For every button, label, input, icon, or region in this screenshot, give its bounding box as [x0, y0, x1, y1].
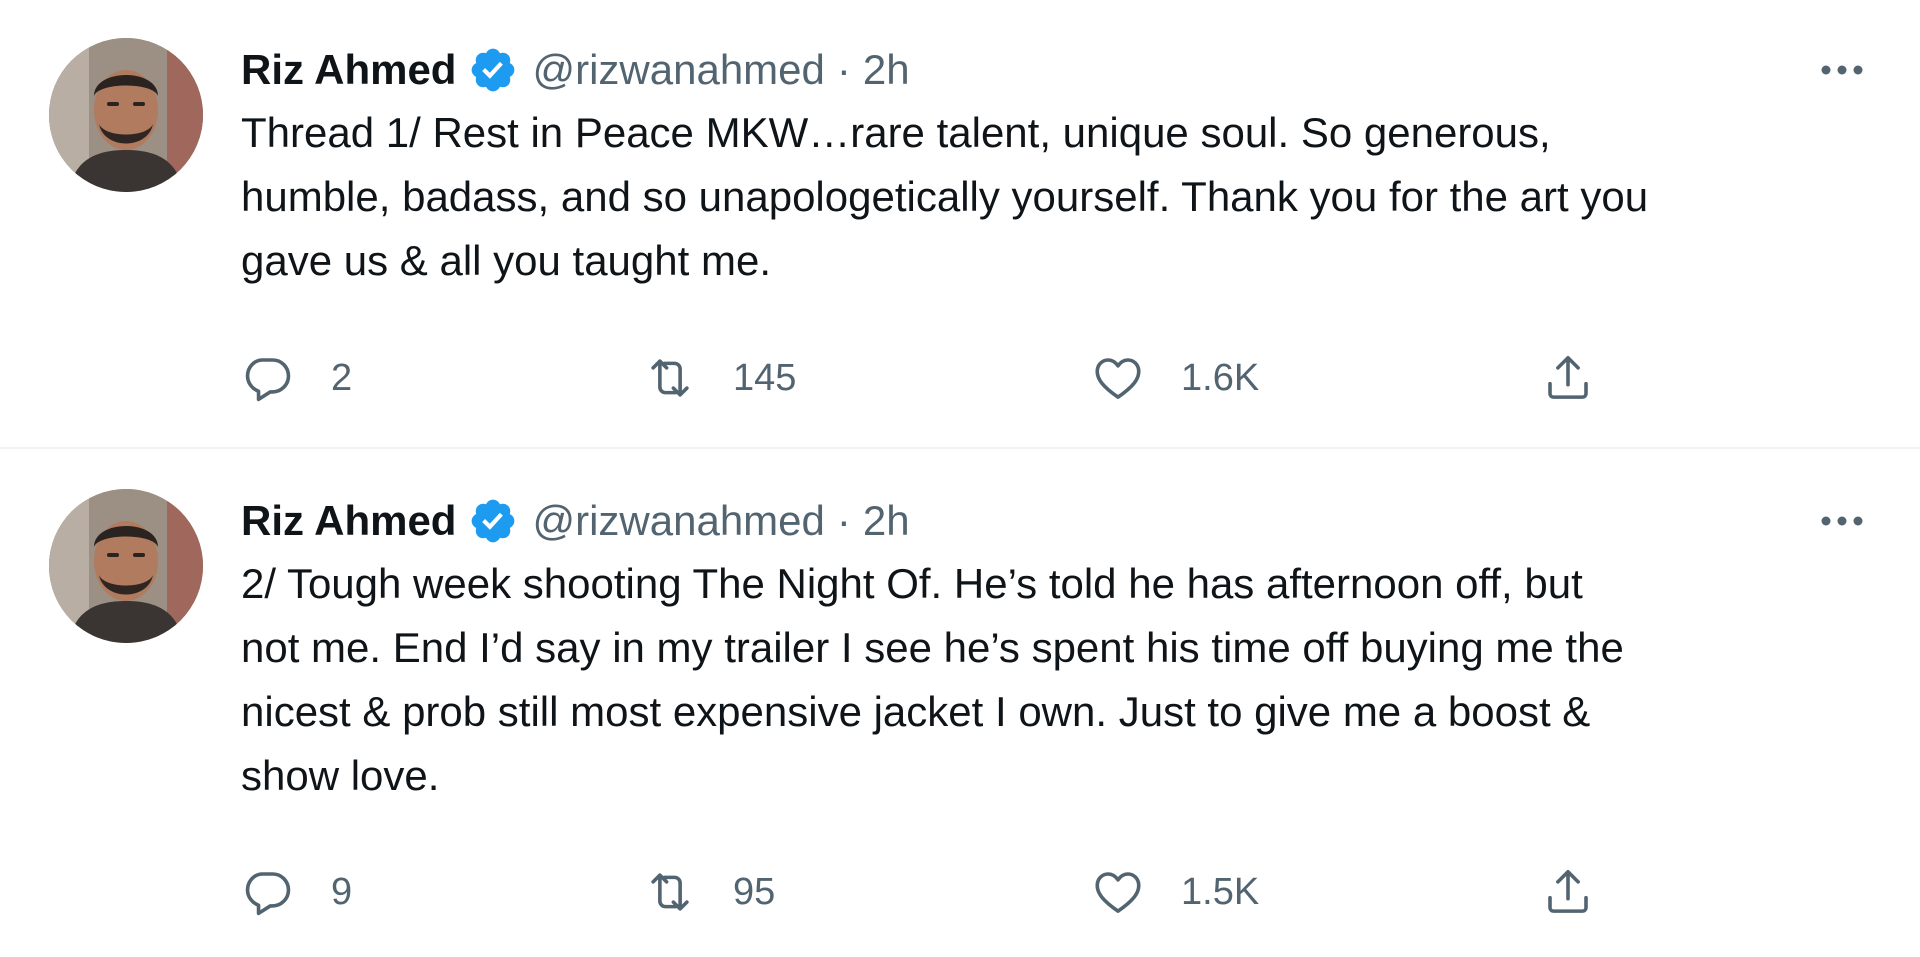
avatar[interactable]	[49, 38, 203, 192]
retweet-button[interactable]: 145	[643, 348, 796, 408]
author-name[interactable]: Riz Ahmed	[241, 491, 456, 551]
like-button[interactable]: 1.6K	[1091, 348, 1259, 408]
more-options-icon	[1821, 65, 1863, 75]
tweet-timeline: Riz Ahmed @rizwanahmed · 2h Thread 1/ Re…	[0, 0, 1920, 957]
share-icon	[1548, 355, 1588, 399]
tweet-text: 2/ Tough week shooting The Night Of. He’…	[241, 560, 1624, 799]
like-count: 1.5K	[1181, 870, 1260, 913]
retweet-count: 145	[733, 356, 797, 399]
separator-dot: ·	[836, 497, 851, 544]
heart-icon	[1095, 358, 1141, 399]
tweet-actions: 9 95 1.5K	[241, 862, 1671, 922]
tweet-timestamp[interactable]: 2h	[863, 491, 910, 551]
verified-badge-icon	[472, 48, 515, 92]
author-name[interactable]: Riz Ahmed	[241, 40, 456, 100]
reply-count: 9	[331, 870, 353, 913]
author-handle[interactable]: @rizwanahmed	[532, 491, 824, 551]
tweet-actions: 2 145 1.6K	[241, 348, 1671, 408]
tweet-header: Riz Ahmed @rizwanahmed · 2h	[241, 40, 1882, 100]
share-button[interactable]	[1541, 862, 1595, 922]
retweet-icon	[651, 873, 689, 911]
avatar[interactable]	[49, 489, 203, 643]
like-button[interactable]: 1.5K	[1091, 862, 1259, 922]
author-handle[interactable]: @rizwanahmed	[532, 40, 824, 100]
tweet-text: Thread 1/ Rest in Peace MKW…rare talent,…	[241, 109, 1649, 284]
tweet-content: Riz Ahmed @rizwanahmed · 2h Thread 1/ Re…	[241, 40, 1882, 293]
more-options-icon	[1821, 516, 1863, 526]
reply-icon	[245, 872, 291, 916]
tweet-header: Riz Ahmed @rizwanahmed · 2h	[241, 491, 1882, 551]
reply-count: 2	[331, 356, 353, 399]
share-icon	[1548, 869, 1588, 913]
reply-button[interactable]: 9	[241, 862, 352, 922]
like-count: 1.6K	[1181, 356, 1260, 399]
verified-badge-icon	[472, 499, 515, 543]
separator-dot: ·	[836, 46, 851, 93]
more-options-button[interactable]	[1814, 491, 1870, 551]
retweet-icon	[651, 359, 689, 397]
tweet[interactable]: Riz Ahmed @rizwanahmed · 2h 2/ Tough wee…	[0, 449, 1920, 957]
tweet-content: Riz Ahmed @rizwanahmed · 2h 2/ Tough wee…	[241, 491, 1882, 808]
share-button[interactable]	[1541, 348, 1595, 408]
tweet-timestamp[interactable]: 2h	[863, 40, 910, 100]
reply-icon	[245, 358, 291, 402]
more-options-button[interactable]	[1814, 40, 1870, 100]
tweet[interactable]: Riz Ahmed @rizwanahmed · 2h Thread 1/ Re…	[0, 0, 1920, 449]
retweet-count: 95	[733, 870, 776, 913]
reply-button[interactable]: 2	[241, 348, 352, 408]
retweet-button[interactable]: 95	[643, 862, 775, 922]
heart-icon	[1095, 872, 1141, 913]
